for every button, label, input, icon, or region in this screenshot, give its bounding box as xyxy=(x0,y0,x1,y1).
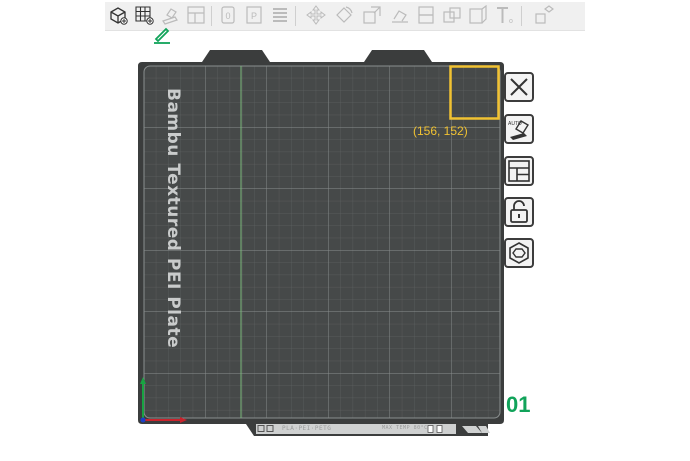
hex-nut-icon xyxy=(509,242,529,264)
selection-coordinates: (156, 152) xyxy=(413,124,468,138)
unlock-icon xyxy=(510,200,528,223)
close-plate-button[interactable] xyxy=(504,72,534,102)
plate-number: 01 xyxy=(506,392,531,417)
layout-icon xyxy=(508,160,530,182)
plate-settings-button[interactable] xyxy=(504,238,534,268)
close-icon xyxy=(510,78,528,96)
plate-max-temp-text: MAX TEMP 80°C xyxy=(382,425,428,431)
plate-material-text: PLA·PEI·PETG xyxy=(282,425,332,432)
build-plate-view[interactable] xyxy=(0,0,690,461)
lock-plate-button[interactable] xyxy=(504,197,534,227)
y-axis xyxy=(140,417,146,423)
auto-arrange-button[interactable]: AUTO xyxy=(504,114,534,144)
auto-orient-icon: AUTO xyxy=(508,120,529,140)
plate-type-label: Bambu Textured PEI Plate xyxy=(163,88,183,349)
arrange-plate-button[interactable] xyxy=(504,156,534,186)
